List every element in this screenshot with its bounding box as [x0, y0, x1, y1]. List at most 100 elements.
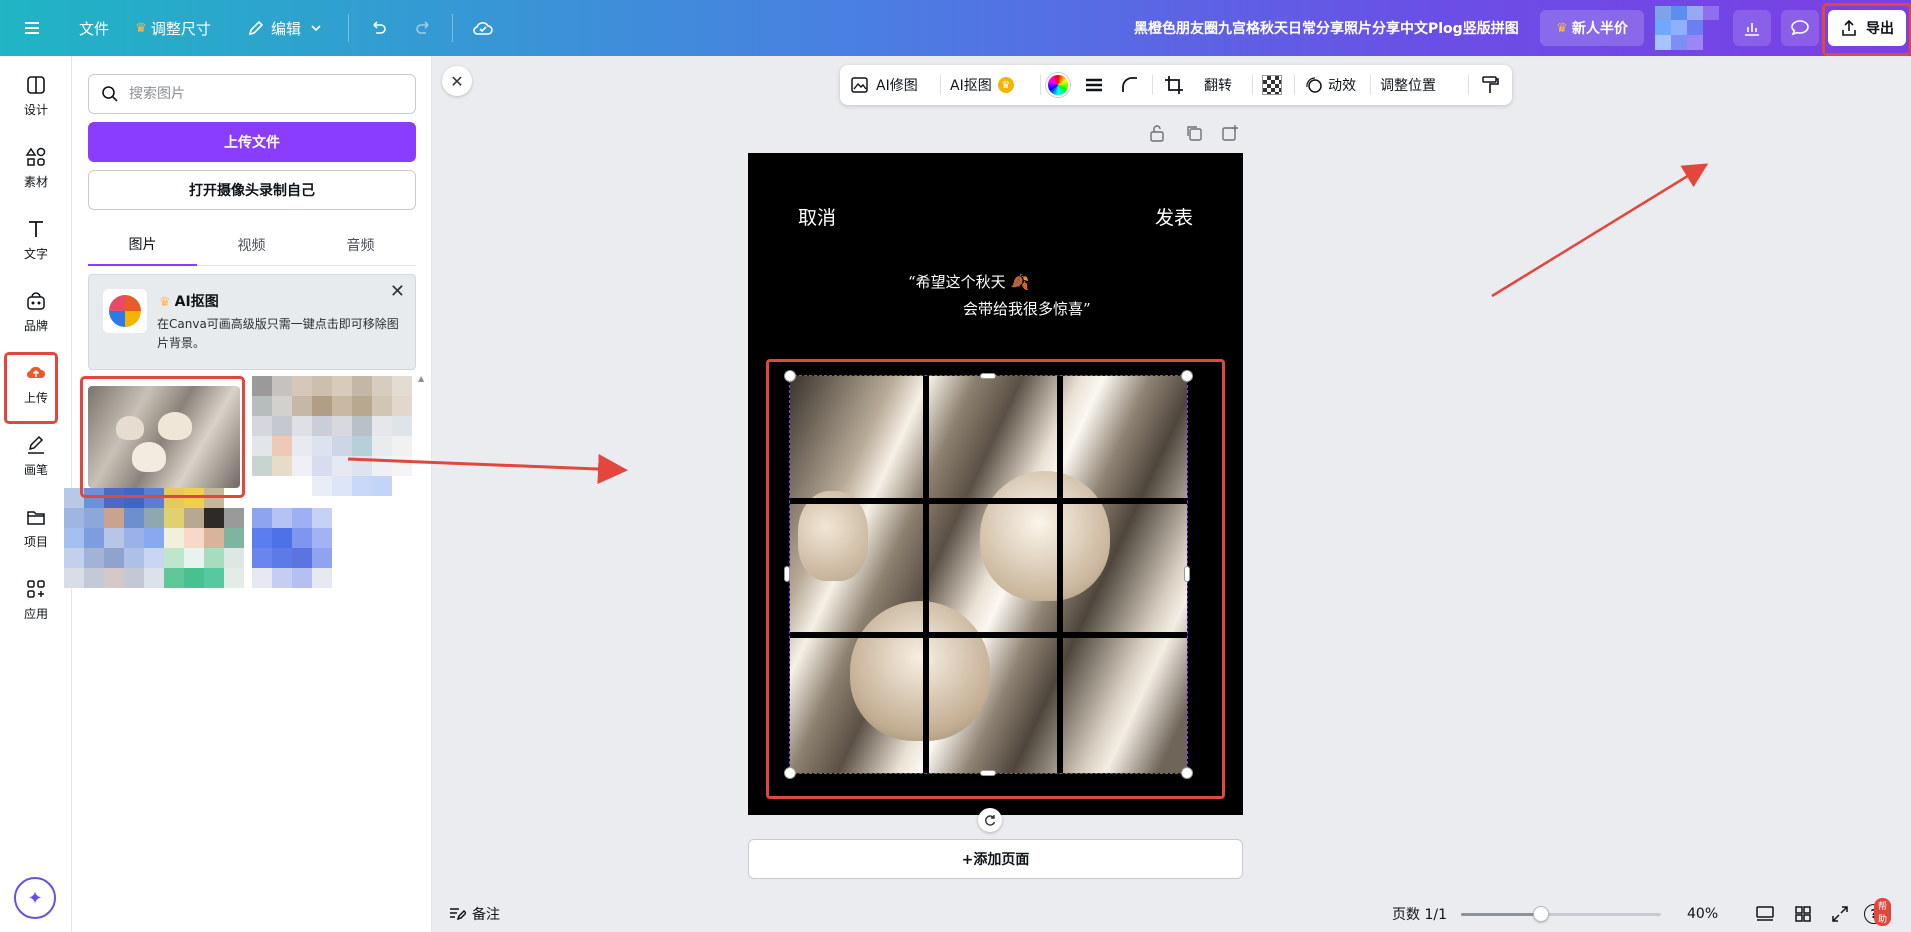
tab-images[interactable]: 图片 [88, 224, 197, 266]
rail-item-label: 素材 [23, 175, 48, 189]
border-style-icon[interactable] [1084, 65, 1104, 105]
color-picker-icon[interactable] [1046, 65, 1070, 105]
resize-handle-bottom[interactable] [980, 770, 996, 776]
upload-file-button[interactable]: 上传文件 [88, 122, 416, 162]
rail-item-projects[interactable]: 项目 [6, 496, 66, 560]
page-count[interactable]: 页数 1/1 [1392, 896, 1447, 932]
ai-cutout-button[interactable]: AI抠图 ♛ [950, 65, 1014, 105]
grid-photo[interactable] [789, 375, 1188, 774]
magic-assistant-icon[interactable]: ✦ [14, 877, 56, 919]
transparency-icon[interactable] [1262, 65, 1282, 105]
add-page-button[interactable]: +添加页面 [748, 839, 1243, 879]
notes-icon [450, 908, 466, 921]
menu-icon[interactable] [22, 0, 42, 56]
position-button[interactable]: 调整位置 [1380, 65, 1436, 105]
notes-button[interactable]: 备注 [448, 896, 500, 932]
cloud-saved-icon[interactable] [472, 0, 494, 56]
text-icon [29, 221, 43, 237]
divider [348, 14, 349, 42]
notes-label: 备注 [472, 907, 500, 923]
divider [1468, 75, 1469, 95]
position-label: 调整位置 [1380, 78, 1436, 94]
crown-icon: ♛ [135, 20, 147, 36]
resize-handle-top[interactable] [980, 373, 996, 379]
comment-icon[interactable] [1781, 10, 1819, 46]
design-icon [27, 76, 45, 94]
edit-button[interactable]: 编辑 [240, 10, 330, 46]
apps-icon [27, 580, 45, 598]
media-tabs: 图片 视频 音频 [88, 224, 416, 266]
top-bar: 文件 ♛ 调整尺寸 编辑 黑橙色朋友圈九宫格秋天日常分享照片分享中文Plog竖版… [0, 0, 1911, 56]
uploaded-image-thumbnail[interactable] [88, 386, 240, 488]
panel-scrollbar[interactable]: ▲ [418, 374, 426, 664]
grid-view-icon[interactable] [1794, 896, 1812, 932]
resize-handle-left[interactable] [784, 566, 790, 582]
folder-icon [27, 511, 45, 525]
grid-line-horizontal [790, 498, 1187, 504]
add-page-icon[interactable] [1221, 124, 1239, 146]
resize-handle-top-right[interactable] [1181, 370, 1193, 382]
analytics-icon[interactable] [1733, 10, 1771, 46]
animate-button[interactable]: 动效 [1304, 65, 1356, 105]
rail-item-text[interactable]: 文字 [6, 208, 66, 272]
flip-button[interactable]: 翻转 [1204, 65, 1232, 105]
draw-icon [28, 435, 44, 454]
zoom-level[interactable]: 40% [1687, 896, 1718, 932]
close-panel-icon[interactable]: ✕ [442, 66, 472, 96]
resize-handle-bottom-right[interactable] [1181, 767, 1193, 779]
divider [1370, 75, 1371, 95]
document-title[interactable]: 黑橙色朋友圈九宫格秋天日常分享照片分享中文Plog竖版拼图 [1134, 0, 1519, 56]
scroll-up-icon[interactable]: ▲ [418, 374, 424, 383]
rail-item-label: 应用 [23, 607, 48, 621]
left-rail: 设计 素材 文字 品牌 上传 画笔 项目 应用 [0, 56, 72, 932]
search-input[interactable] [129, 86, 389, 102]
resize-handle-bottom-left[interactable] [784, 767, 796, 779]
ai-edit-button[interactable]: AI修图 [850, 65, 918, 105]
avatar[interactable] [1655, 6, 1721, 50]
ai-cutout-label: AI抠图 [950, 78, 992, 94]
search-field[interactable] [88, 74, 416, 114]
maple-leaf-icon: 🍂 [1010, 273, 1030, 291]
pages-view-icon[interactable] [1755, 896, 1775, 932]
tab-videos[interactable]: 视频 [197, 224, 306, 266]
rail-item-design[interactable]: 设计 [6, 64, 66, 128]
design-page[interactable]: 取消 发表 “希望这个秋天 🍂 会带给我很多惊喜” [748, 153, 1243, 815]
rotate-icon[interactable] [978, 808, 1002, 832]
export-label: 导出 [1866, 21, 1894, 37]
redo-icon[interactable] [414, 0, 434, 56]
rail-item-label: 设计 [23, 103, 48, 117]
tab-label: 图片 [128, 237, 157, 253]
close-icon[interactable]: ✕ [390, 281, 405, 302]
fullscreen-icon[interactable] [1831, 896, 1849, 932]
quote-line-1[interactable]: “希望这个秋天 🍂 [908, 271, 1029, 292]
quote-line-2[interactable]: 会带给我很多惊喜” [963, 298, 1091, 319]
export-button[interactable]: 导出 [1828, 10, 1906, 46]
rail-item-brand[interactable]: 品牌 [6, 280, 66, 344]
duplicate-page-icon[interactable] [1185, 124, 1203, 146]
lock-icon[interactable] [1149, 124, 1165, 146]
help-button[interactable]: ? 帮助 [1864, 896, 1892, 932]
pencil-icon [248, 20, 264, 36]
page-cancel-text[interactable]: 取消 [798, 203, 836, 230]
corner-radius-icon[interactable] [1120, 65, 1140, 105]
zoom-slider-fill [1461, 913, 1541, 916]
resize-handle-right[interactable] [1184, 566, 1190, 582]
rail-item-draw[interactable]: 画笔 [6, 424, 66, 488]
rail-item-upload[interactable]: 上传 [6, 352, 66, 416]
record-camera-button[interactable]: 打开摄像头录制自己 [88, 170, 416, 210]
divider [1152, 75, 1153, 95]
file-menu[interactable]: 文件 [70, 10, 118, 46]
rail-item-elements[interactable]: 素材 [6, 136, 66, 200]
page-publish-text[interactable]: 发表 [1155, 203, 1193, 230]
resize-button[interactable]: ♛ 调整尺寸 [128, 10, 218, 46]
paint-format-icon[interactable] [1480, 65, 1500, 105]
zoom-slider[interactable] [1461, 906, 1661, 922]
zoom-slider-knob[interactable] [1533, 906, 1549, 922]
resize-handle-top-left[interactable] [784, 370, 796, 382]
promo-button[interactable]: ♛ 新人半价 [1540, 10, 1644, 46]
rail-item-apps[interactable]: 应用 [6, 568, 66, 632]
undo-icon[interactable] [368, 0, 388, 56]
ai-edit-label: AI修图 [876, 78, 918, 94]
crop-icon[interactable] [1164, 65, 1184, 105]
tab-audio[interactable]: 音频 [306, 224, 415, 266]
